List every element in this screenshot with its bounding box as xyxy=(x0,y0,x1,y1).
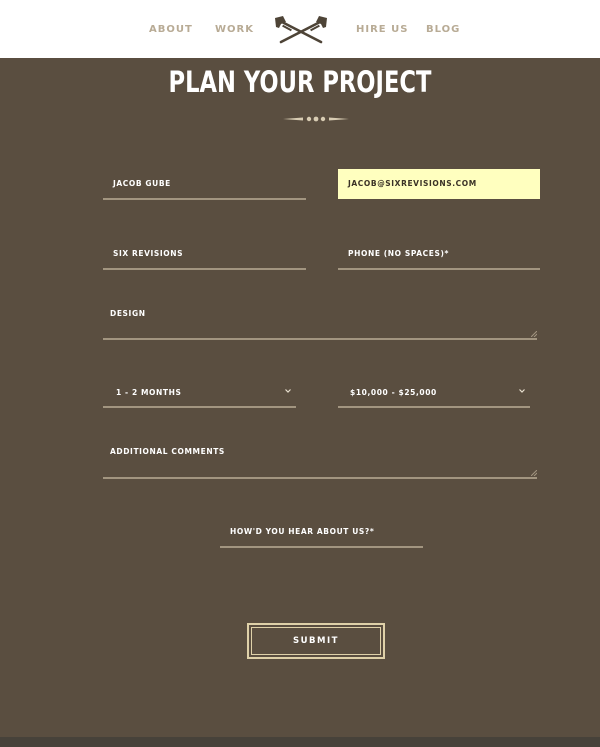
services-textarea-value: DESIGN xyxy=(110,309,146,318)
name-input-value: JACOB GUBE xyxy=(113,179,171,188)
submit-button-label: SUBMIT xyxy=(251,627,381,655)
services-textarea[interactable]: DESIGN xyxy=(103,298,537,340)
submit-button[interactable]: SUBMIT xyxy=(247,623,385,659)
chevron-down-icon xyxy=(285,389,291,393)
budget-select[interactable]: $10,000 - $25,000 xyxy=(338,377,530,408)
page-title: PLAN YOUR PROJECT xyxy=(168,65,432,99)
divider-ornament-icon xyxy=(283,116,349,122)
nav-link-about[interactable]: ABOUT xyxy=(149,24,193,35)
chevron-down-icon xyxy=(519,389,525,393)
email-input[interactable]: JACOB@SIXREVISIONS.COM xyxy=(338,169,540,199)
comments-textarea[interactable]: ADDITIONAL COMMENTS xyxy=(103,437,537,479)
name-input[interactable]: JACOB GUBE xyxy=(103,168,306,200)
nav-link-work[interactable]: WORK xyxy=(215,24,254,35)
company-input-value: SIX REVISIONS xyxy=(113,249,184,258)
budget-select-value: $10,000 - $25,000 xyxy=(350,388,437,397)
timeline-select-value: 1 - 2 MONTHS xyxy=(116,388,182,397)
nav-link-blog[interactable]: BLOG xyxy=(426,24,460,35)
phone-input-placeholder: PHONE (NO SPACES)* xyxy=(348,249,450,258)
nav-link-hire-us[interactable]: HIRE US xyxy=(356,24,408,35)
resize-handle-icon[interactable] xyxy=(531,331,537,337)
referral-input-placeholder: HOW'D YOU HEAR ABOUT US?* xyxy=(230,527,375,536)
referral-input[interactable]: HOW'D YOU HEAR ABOUT US?* xyxy=(220,517,423,548)
resize-handle-icon[interactable] xyxy=(531,470,537,476)
timeline-select[interactable]: 1 - 2 MONTHS xyxy=(103,377,296,408)
company-input[interactable]: SIX REVISIONS xyxy=(103,238,306,270)
footer-strip xyxy=(0,737,600,747)
email-input-value: JACOB@SIXREVISIONS.COM xyxy=(348,179,477,188)
top-navigation: ABOUT WORK HIRE US BLOG xyxy=(0,0,600,60)
phone-input[interactable]: PHONE (NO SPACES)* xyxy=(338,238,540,270)
crossed-pipe-wrenches-icon[interactable] xyxy=(273,15,329,45)
comments-textarea-placeholder: ADDITIONAL COMMENTS xyxy=(110,447,225,456)
